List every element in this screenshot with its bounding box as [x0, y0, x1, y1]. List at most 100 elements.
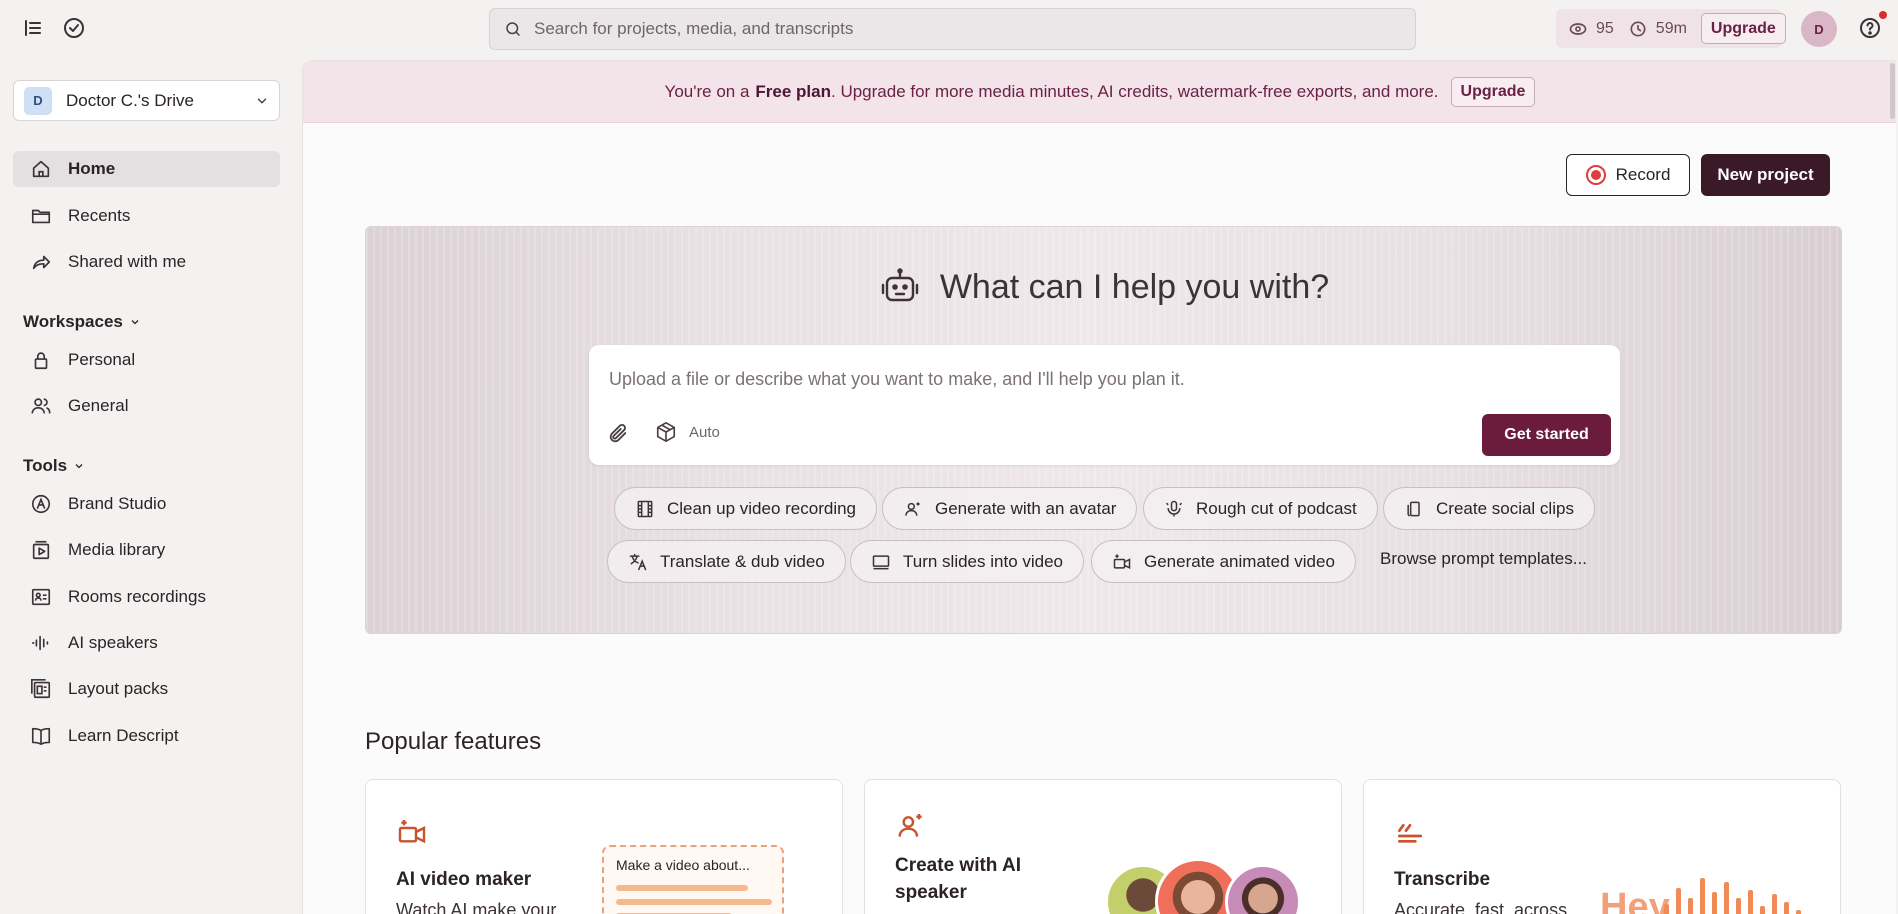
waveform-bar	[1688, 898, 1693, 914]
upgrade-button[interactable]: Upgrade	[1700, 13, 1786, 44]
popular-features-heading: Popular features	[365, 728, 542, 755]
browse-templates-link[interactable]: Browse prompt templates...	[1380, 549, 1587, 569]
sidebar-item-label: Media library	[68, 540, 166, 559]
sidebar-item-ai-speakers[interactable]: AI speakers	[13, 625, 280, 661]
paperclip-icon[interactable]	[607, 423, 629, 445]
hero-title: What can I help you with?	[939, 267, 1330, 306]
get-started-button[interactable]: Get started	[1482, 414, 1611, 456]
layout-icon	[30, 678, 52, 700]
video-camera-sparkle-icon	[396, 816, 428, 848]
avatar-sparkle-icon	[903, 499, 923, 519]
sidebar-item-label: Brand Studio	[68, 494, 167, 513]
chip-social-clips[interactable]: Create social clips	[1383, 487, 1595, 530]
chip-rough-cut-podcast[interactable]: Rough cut of podcast	[1143, 487, 1378, 530]
notification-dot	[1879, 11, 1887, 19]
media-minutes: 59m	[1655, 19, 1687, 37]
chip-label: Generate animated video	[1144, 551, 1335, 571]
card-title: Create with AI speaker	[895, 855, 1021, 903]
waveform-bar	[1760, 906, 1765, 914]
banner-suffix: . Upgrade for more media minutes, AI cre…	[831, 81, 1439, 101]
search-placeholder: Search for projects, media, and transcri…	[534, 19, 854, 38]
sidebar-item-label: Personal	[68, 350, 136, 369]
new-project-button[interactable]: New project	[1701, 154, 1830, 196]
chip-animated-video[interactable]: Generate animated video	[1091, 540, 1356, 583]
chip-translate-dub[interactable]: Translate & dub video	[607, 540, 846, 583]
sidebar-item-brand-studio[interactable]: Brand Studio	[13, 486, 280, 522]
prompt-placeholder: Upload a file or describe what you want …	[609, 369, 1185, 389]
prompt-input[interactable]: Upload a file or describe what you want …	[589, 345, 1620, 465]
tasks-check-icon[interactable]	[62, 16, 86, 40]
waveform-bar	[1736, 898, 1741, 914]
ai-credits-count: 95	[1596, 19, 1614, 37]
ai-prompt-hero: What can I help you with? Upload a file …	[365, 226, 1842, 634]
home-icon	[30, 158, 52, 180]
film-icon	[635, 499, 655, 519]
chip-label: Generate with an avatar	[935, 498, 1117, 518]
sidebar-item-shared[interactable]: Shared with me	[13, 244, 280, 280]
card-title: AI video maker	[396, 869, 532, 890]
sidebar-item-recents[interactable]: Recents	[13, 198, 280, 234]
feature-card-ai-video-maker[interactable]: AI video maker Watch AI make your Make a…	[365, 779, 843, 914]
folder-icon	[30, 205, 52, 227]
feature-card-transcribe[interactable]: Transcribe Accurate, fast, across Hey	[1363, 779, 1841, 914]
chip-slides-to-video[interactable]: Turn slides into video	[850, 540, 1085, 583]
usage-meter[interactable]: 95 59m Upgrade	[1556, 9, 1786, 48]
chip-label: Translate & dub video	[660, 551, 825, 571]
waveform-bar	[1796, 910, 1801, 914]
sidebar-item-label: Recents	[68, 206, 131, 225]
record-button[interactable]: Record	[1566, 154, 1690, 196]
transcript-preview-word: Hey	[1600, 886, 1670, 914]
person-sparkle-icon	[895, 810, 927, 842]
drive-selector[interactable]: D Doctor C.'s Drive	[13, 80, 280, 121]
sidebar-item-label: General	[68, 396, 129, 415]
main-panel: You're on a Free plan. Upgrade for more …	[302, 60, 1896, 914]
help-icon[interactable]	[1858, 16, 1882, 40]
chip-clean-up-video[interactable]: Clean up video recording	[614, 487, 878, 530]
sidebar-item-label: Home	[68, 159, 116, 178]
ai-credits-icon	[1568, 19, 1588, 39]
sidebar-item-layout-packs[interactable]: Layout packs	[13, 671, 280, 707]
waveform-bar	[1772, 894, 1777, 914]
chip-label: Turn slides into video	[903, 551, 1064, 571]
sidebar-item-personal[interactable]: Personal	[13, 342, 280, 378]
sidebar-item-label: Shared with me	[68, 252, 187, 271]
avatar[interactable]: D	[1801, 11, 1837, 47]
tools-heading[interactable]: Tools	[23, 456, 85, 476]
model-selector[interactable]: Auto	[655, 421, 720, 443]
lock-icon	[30, 349, 52, 371]
chip-label: Rough cut of podcast	[1196, 498, 1357, 518]
feature-card-ai-speaker[interactable]: Create with AI speaker	[864, 779, 1342, 914]
sidebar-toggle-icon[interactable]	[21, 16, 45, 40]
chip-label: Clean up video recording	[667, 498, 857, 518]
chip-generate-avatar[interactable]: Generate with an avatar	[882, 487, 1138, 530]
sidebar-item-rooms-recordings[interactable]: Rooms recordings	[13, 579, 280, 615]
waveform-icon	[30, 632, 52, 654]
waveform-bar	[1724, 882, 1729, 914]
drive-badge: D	[24, 86, 52, 115]
sidebar-item-media-library[interactable]: Media library	[13, 532, 280, 568]
sidebar-item-home[interactable]: Home	[13, 151, 280, 187]
preview-line	[616, 899, 772, 905]
banner-plan: Free plan	[755, 81, 831, 101]
banner-upgrade-button[interactable]: Upgrade	[1450, 76, 1536, 107]
sidebar-item-label: Layout packs	[68, 679, 169, 698]
tools-heading-label: Tools	[23, 456, 68, 475]
clock-icon	[1628, 19, 1648, 39]
workspaces-heading-label: Workspaces	[23, 312, 123, 331]
record-icon	[1585, 165, 1606, 185]
sidebar-item-label: AI speakers	[68, 633, 158, 652]
workspaces-heading[interactable]: Workspaces	[23, 312, 141, 332]
sidebar-item-learn-descript[interactable]: Learn Descript	[13, 718, 280, 754]
robot-icon	[880, 267, 920, 307]
sidebar-item-general[interactable]: General	[13, 388, 280, 424]
search-icon	[504, 20, 522, 38]
speaker-avatar	[1225, 864, 1301, 914]
slides-icon	[871, 552, 891, 572]
preview-text: Make a video about...	[616, 857, 750, 873]
sidebar-item-label: Learn Descript	[68, 726, 179, 745]
clips-icon	[1404, 499, 1424, 519]
book-icon	[30, 725, 52, 747]
search-input[interactable]: Search for projects, media, and transcri…	[489, 8, 1416, 50]
scrollbar[interactable]	[1890, 63, 1895, 119]
preview-line	[616, 885, 748, 891]
